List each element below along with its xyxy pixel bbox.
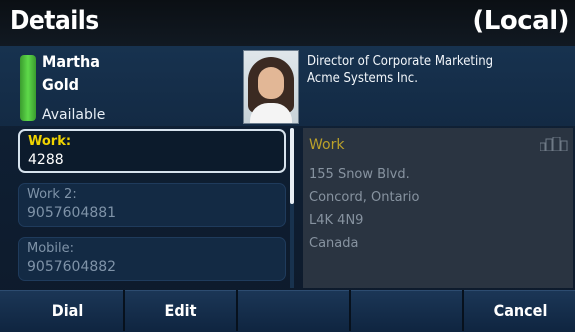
empty-softkey-3[interactable]: [238, 290, 351, 331]
address-line: Canada: [309, 236, 359, 251]
scrollbar-thumb[interactable]: [290, 128, 294, 204]
empty-softkey-4[interactable]: [351, 290, 464, 331]
contact-photo: [243, 50, 299, 124]
dial-softkey[interactable]: Dial: [12, 290, 125, 331]
number-item-work-2[interactable]: Work 2: 9057604881: [18, 183, 286, 227]
page-title: Details: [10, 6, 99, 36]
number-item-mobile[interactable]: Mobile: 9057604882: [18, 237, 286, 281]
phone-screen: Details (Local) Martha Gold Available Di…: [0, 0, 575, 332]
building-icon: [540, 137, 568, 151]
address-title: Work: [309, 137, 345, 153]
address-line: 155 Snow Blvd.: [309, 167, 410, 182]
address-line: Concord, Ontario: [309, 190, 420, 205]
contact-job-info: Director of Corporate Marketing Acme Sys…: [307, 53, 493, 87]
number-value: 9057604881: [27, 205, 117, 221]
number-label: Mobile:: [27, 241, 75, 256]
cancel-softkey[interactable]: Cancel: [464, 290, 575, 331]
number-value: 9057604882: [27, 259, 117, 275]
last-name: Gold: [42, 75, 79, 94]
address-line: L4K 4N9: [309, 213, 364, 228]
contact-name: Martha Gold: [42, 50, 100, 96]
company-name: Acme Systems Inc.: [307, 71, 418, 86]
edit-softkey[interactable]: Edit: [125, 290, 238, 331]
directory-source: (Local): [472, 6, 569, 36]
number-value: 4288: [28, 152, 64, 168]
number-item-work[interactable]: Work: 4288: [18, 129, 286, 173]
job-title: Director of Corporate Marketing: [307, 54, 494, 69]
title-bar: Details (Local): [0, 0, 575, 46]
number-label: Work:: [28, 134, 72, 149]
number-label: Work 2:: [27, 187, 77, 202]
presence-indicator-icon: [20, 55, 36, 121]
address-lines: 155 Snow Blvd. Concord, Ontario L4K 4N9 …: [309, 163, 419, 255]
presence-status: Available: [42, 107, 106, 123]
first-name: Martha: [42, 52, 100, 71]
